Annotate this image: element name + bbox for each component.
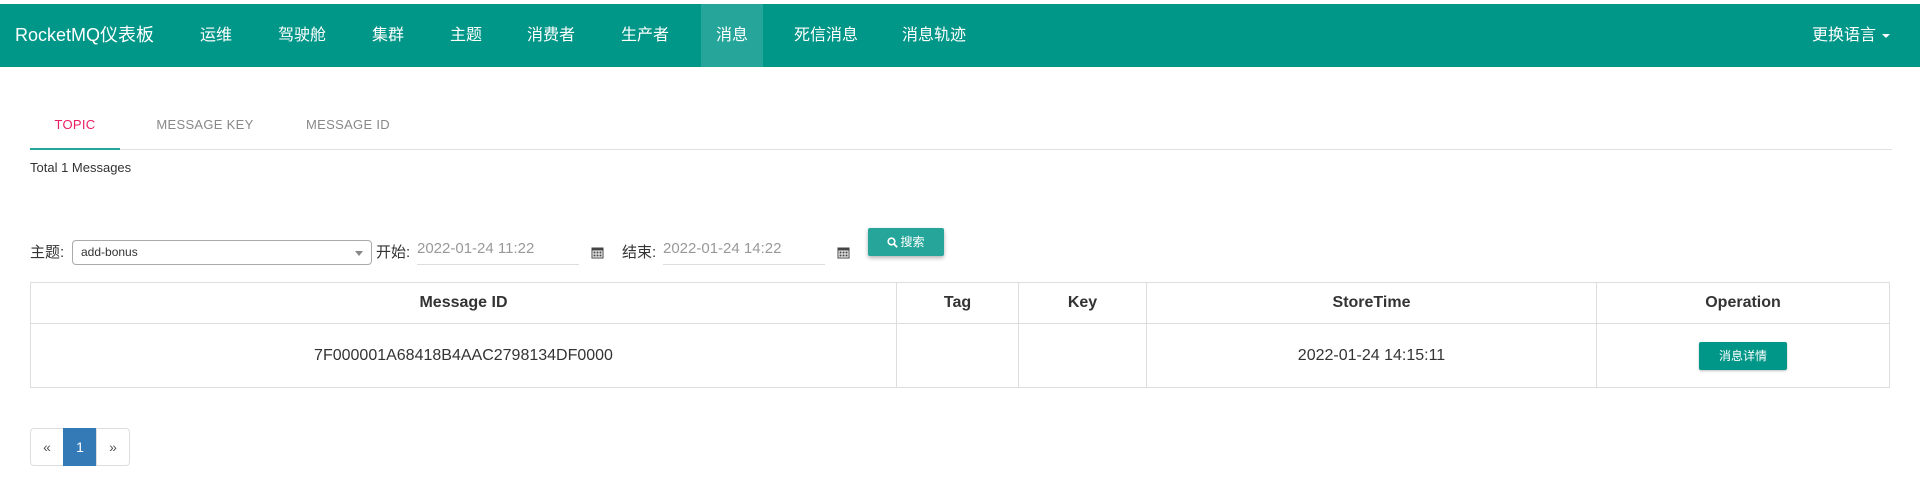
message-count: Total 1 Messages <box>30 160 132 175</box>
tab-message-key[interactable]: MESSAGE KEY <box>138 106 272 150</box>
topic-select[interactable]: add-bonus <box>72 240 372 265</box>
nav-item-consumer[interactable]: 消费者 <box>516 4 586 67</box>
column-header-message-id: Message ID <box>31 283 897 324</box>
tab-topic[interactable]: TOPIC <box>30 106 120 150</box>
pagination: « 1 » <box>30 428 130 466</box>
search-icon <box>887 237 899 248</box>
nav-item-ops[interactable]: 运维 <box>188 4 244 67</box>
start-label: 开始: <box>376 244 411 261</box>
language-label: 更换语言 <box>1811 27 1876 44</box>
cell-operation: 消息详情 <box>1597 324 1889 388</box>
brand-title[interactable]: RocketMQ仪表板 <box>15 4 154 67</box>
cell-store-time: 2022-01-24 14:15:11 <box>1147 324 1597 388</box>
navbar: RocketMQ仪表板 运维 驾驶舱 集群 主题 消费者 生产者 消息 死信消息… <box>0 4 1920 67</box>
column-header-store-time: StoreTime <box>1147 283 1597 324</box>
messages-table: Message ID Tag Key StoreTime Operation 7… <box>30 282 1890 388</box>
start-time-input[interactable]: 2022-01-24 11:22 <box>417 237 579 265</box>
caret-down-icon <box>1882 33 1890 38</box>
page-button-1[interactable]: 1 <box>63 428 97 466</box>
nav-item-dlq[interactable]: 死信消息 <box>784 4 868 67</box>
message-detail-button[interactable]: 消息详情 <box>1699 341 1787 370</box>
column-header-key: Key <box>1019 283 1147 324</box>
search-button[interactable]: 搜索 <box>868 228 944 256</box>
calendar-icon[interactable] <box>591 246 604 259</box>
nav-item-trace[interactable]: 消息轨迹 <box>892 4 976 67</box>
column-header-tag: Tag <box>897 283 1019 324</box>
column-header-operation: Operation <box>1597 283 1889 324</box>
nav-item-topic[interactable]: 主题 <box>438 4 494 67</box>
end-label: 结束: <box>622 244 657 261</box>
cell-key <box>1019 324 1147 388</box>
topic-label: 主题: <box>30 244 65 261</box>
nav-item-cluster[interactable]: 集群 <box>360 4 416 67</box>
cell-message-id: 7F000001A68418B4AAC2798134DF0000 <box>31 324 897 388</box>
search-button-label: 搜索 <box>900 235 925 249</box>
calendar-icon[interactable] <box>837 246 850 259</box>
tab-message-id[interactable]: MESSAGE ID <box>288 106 408 150</box>
next-page-button[interactable]: » <box>96 428 130 466</box>
nav-item-message[interactable]: 消息 <box>701 4 763 67</box>
nav-item-producer[interactable]: 生产者 <box>610 4 680 67</box>
prev-page-button[interactable]: « <box>30 428 64 466</box>
topic-select-value: add-bonus <box>81 245 138 259</box>
dropdown-arrow-icon <box>355 251 363 256</box>
end-time-input[interactable]: 2022-01-24 14:22 <box>663 237 825 265</box>
search-mode-tabs: TOPIC MESSAGE KEY MESSAGE ID <box>30 106 1892 150</box>
language-dropdown[interactable]: 更换语言 <box>1812 4 1890 67</box>
nav-item-dashboard[interactable]: 驾驶舱 <box>268 4 336 67</box>
cell-tag <box>897 324 1019 388</box>
